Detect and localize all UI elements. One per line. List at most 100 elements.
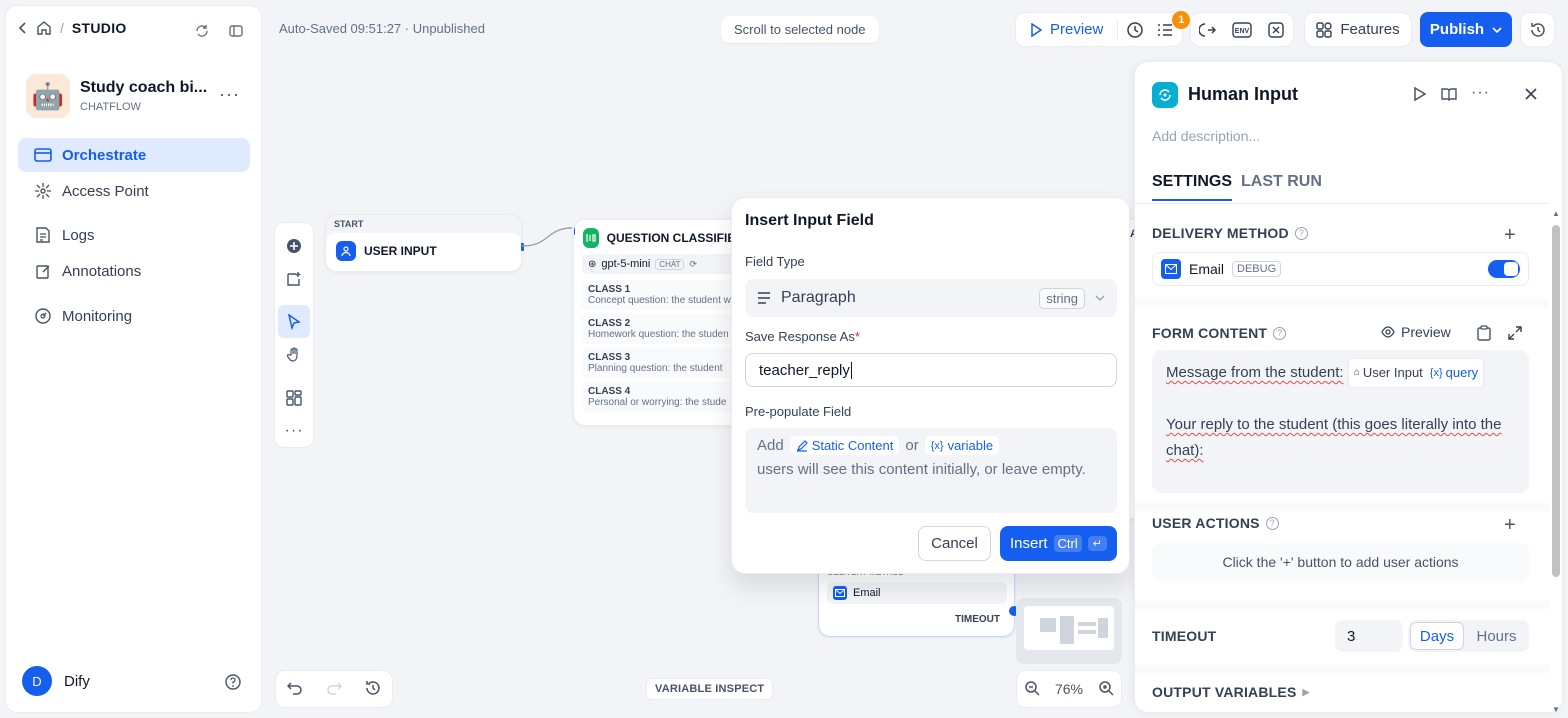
field-type-select[interactable]: Paragraph string (745, 279, 1117, 317)
start-node-tag: START (334, 219, 364, 229)
preview-button[interactable]: Preview (1016, 13, 1117, 46)
add-user-action-icon[interactable]: + (1504, 514, 1516, 537)
pointer-icon[interactable] (278, 305, 310, 338)
features-button[interactable]: Features (1304, 12, 1412, 47)
add-note-icon[interactable] (278, 262, 310, 295)
organize-blocks-icon[interactable] (278, 381, 310, 414)
canvas-toolbar: ··· (274, 222, 314, 448)
eye-icon (1381, 326, 1395, 338)
publish-button[interactable]: Publish (1420, 12, 1512, 47)
enter-key-icon: ↵ (1087, 536, 1107, 551)
add-delivery-method-icon[interactable]: + (1504, 224, 1516, 247)
nav-access-point[interactable]: Access Point (18, 174, 250, 208)
class-item: CLASS 2 Homework question: the studen (582, 314, 744, 344)
play-icon (1031, 22, 1042, 37)
description-input[interactable]: Add description... (1152, 128, 1260, 144)
history-icon[interactable] (365, 680, 381, 699)
panel-title[interactable]: Human Input (1188, 84, 1298, 105)
tab-settings[interactable]: SETTINGS (1152, 173, 1233, 201)
node-settings-panel: Human Input ··· Add description... SETTI… (1134, 61, 1563, 714)
nav-orchestrate[interactable]: Orchestrate (18, 138, 250, 172)
add-node-icon[interactable] (278, 229, 310, 262)
app-card[interactable]: 🤖 Study coach bi... CHATFLOW (26, 74, 207, 118)
restore-icon (1530, 22, 1545, 37)
delivery-method-item[interactable]: Email DEBUG (1152, 252, 1529, 286)
question-classifier-icon (583, 228, 599, 248)
class-item: CLASS 1 Concept question: the student w (582, 280, 744, 310)
history-icon[interactable] (1118, 21, 1152, 39)
field-type-label: Field Type (745, 254, 805, 269)
timeout-unit-toggle: Days Hours (1408, 620, 1529, 652)
hand-icon[interactable] (278, 338, 310, 371)
user-actions-empty: Click the '+' button to add user actions (1152, 543, 1529, 581)
static-content-button[interactable]: Static Content (789, 436, 900, 455)
variable-inspect-button[interactable]: VARIABLE INSPECT (646, 678, 774, 700)
insert-label: Insert (1010, 535, 1048, 552)
delivery-method-title: DELIVERY METHOD? (1152, 225, 1308, 241)
delivery-toggle[interactable] (1488, 260, 1520, 278)
scroll-to-selected-button[interactable]: Scroll to selected node (721, 16, 879, 43)
timeout-unit-hours[interactable]: Hours (1466, 622, 1527, 650)
undo-icon[interactable] (287, 681, 303, 698)
save-response-input[interactable]: teacher_reply (745, 353, 1117, 387)
collapse-sidebar-icon[interactable] (228, 23, 244, 39)
app-topbar: / STUDIO (18, 20, 127, 36)
minimap[interactable] (1016, 598, 1122, 664)
form-content-title: FORM CONTENT? (1152, 325, 1287, 341)
checklist-icon[interactable]: 1 (1152, 10, 1191, 39)
home-icon[interactable] (36, 20, 52, 36)
help-book-icon[interactable] (1441, 86, 1457, 105)
sync-icon[interactable] (194, 23, 210, 39)
user-input-variable[interactable]: ⌂ User Input {x} query (1347, 358, 1485, 388)
cancel-button[interactable]: Cancel (918, 526, 991, 561)
panel-more-icon[interactable]: ··· (1471, 84, 1490, 102)
timeout-title: TIMEOUT (1152, 628, 1217, 644)
nav-logs[interactable]: Logs (18, 218, 250, 252)
output-variables-toggle[interactable]: OUTPUT VARIABLES ▶ (1152, 684, 1310, 700)
help-icon[interactable] (224, 673, 242, 694)
prepopulate-field[interactable]: Add Static Content or {x} variable users… (745, 428, 1117, 513)
features-icon (1316, 21, 1333, 38)
user-account[interactable]: D Dify (22, 666, 90, 696)
zoom-level[interactable]: 76% (1055, 681, 1083, 697)
import-icon[interactable] (1198, 21, 1217, 39)
node-home-icon: ⌂ (1353, 367, 1360, 378)
form-content-editor[interactable]: Message from the student: ⌂ User Input {x… (1152, 350, 1529, 493)
insert-button[interactable]: Insert Ctrl ↵ (1000, 526, 1117, 561)
start-node[interactable]: START USER INPUT (325, 214, 524, 272)
class-item: CLASS 3 Planning question: the student (582, 348, 744, 378)
run-node-icon[interactable] (1413, 86, 1427, 105)
tab-last-run[interactable]: LAST RUN (1241, 173, 1322, 191)
app-more-icon[interactable]: ··· (219, 84, 240, 105)
model-settings-icon: ⟳ (689, 258, 698, 269)
panel-scrollbar[interactable]: ▲ ▼ (1549, 207, 1563, 714)
nav-label: Logs (62, 226, 95, 244)
timeout-unit-days[interactable]: Days (1410, 622, 1464, 650)
variable-button[interactable]: {x} variable (924, 436, 1000, 455)
user-input-icon (336, 241, 356, 261)
clipboard-icon[interactable] (1477, 325, 1491, 344)
left-sidebar: / STUDIO 🤖 Study coach bi... CHATFLOW ··… (5, 5, 262, 713)
expand-icon[interactable] (1508, 326, 1522, 343)
version-history-button[interactable] (1520, 12, 1555, 47)
nav-label: Orchestrate (62, 146, 147, 164)
zoom-out-icon[interactable] (1024, 680, 1040, 699)
caret-right-icon: ▶ (1302, 686, 1310, 697)
nav-monitoring[interactable]: Monitoring (18, 299, 250, 333)
redo-icon[interactable] (326, 681, 343, 698)
more-icon[interactable]: ··· (278, 414, 310, 447)
model-selector[interactable]: ⊛ gpt-5-mini CHAT ⟳ (582, 254, 744, 274)
zoom-in-icon[interactable] (1098, 680, 1114, 699)
form-preview-button[interactable]: Preview (1381, 324, 1451, 340)
timeout-input[interactable]: 3 (1335, 620, 1403, 652)
close-icon[interactable] (1525, 87, 1537, 103)
question-classifier-node[interactable]: QUESTION CLASSIFIER ⊛ gpt-5-mini CHAT ⟳ … (573, 219, 753, 426)
env-icon[interactable]: ENV (1232, 21, 1252, 38)
back-chevron-icon[interactable] (18, 22, 28, 34)
conversation-variable-icon[interactable] (1267, 21, 1285, 39)
chevron-down-icon (1095, 295, 1105, 301)
connection-edge (522, 227, 573, 247)
studio-breadcrumb[interactable]: STUDIO (72, 20, 127, 36)
nav-annotations[interactable]: Annotations (18, 254, 250, 288)
model-name: gpt-5-mini (601, 258, 651, 270)
